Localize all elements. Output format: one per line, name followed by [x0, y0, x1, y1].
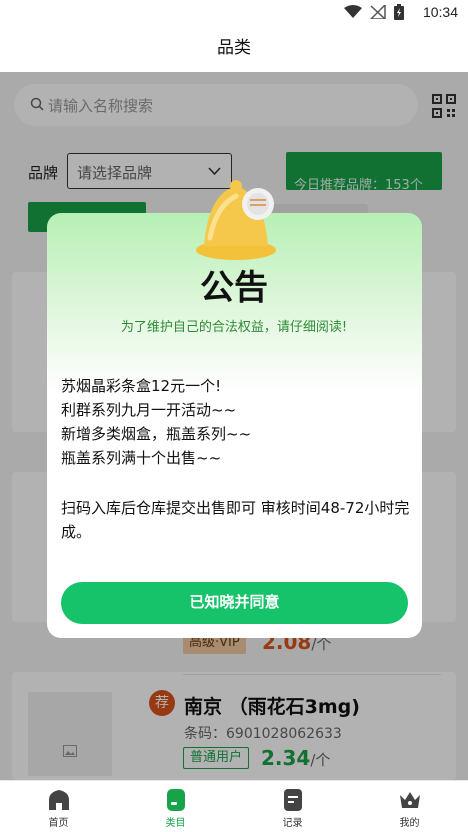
page-title: 品类 — [217, 38, 251, 58]
wifi-icon — [344, 5, 362, 18]
no-signal-icon — [370, 5, 386, 19]
crown-icon — [400, 792, 420, 808]
modal-subtitle: 为了维护自己的合法权益，请仔细阅读! — [120, 320, 348, 335]
nav-item-home[interactable]: 首页 — [0, 781, 117, 832]
nav-label: 类目 — [165, 818, 186, 829]
notice-line: 新增多类烟盒，瓶盖系列~~ — [61, 425, 252, 443]
bell-icon — [196, 180, 276, 260]
modal-title: 公告 — [200, 268, 268, 308]
nav-label: 记录 — [282, 818, 303, 829]
category-icon — [167, 789, 185, 811]
battery-charging-icon — [394, 4, 404, 20]
nav-label: 首页 — [48, 818, 69, 829]
notice-line: 利群系列九月一开活动~~ — [61, 401, 237, 419]
notice-line: 苏烟晶彩条盒12元一个! — [61, 377, 222, 395]
title-bar: 品类 — [0, 26, 468, 72]
home-icon — [49, 790, 69, 810]
notice-line: 瓶盖系列满十个出售~~ — [61, 449, 222, 467]
notice-paragraph: 扫码入库后仓库提交出售即可 审核时间48-72小时完成。 — [61, 499, 410, 541]
nav-label: 我的 — [399, 818, 420, 829]
nav-item-mine[interactable]: 我的 — [351, 781, 468, 832]
status-icons — [344, 4, 404, 20]
agree-button[interactable]: 已知晓并同意 — [61, 582, 408, 624]
status-time: 10:34 — [422, 4, 458, 20]
status-bar: 10:34 — [0, 0, 468, 26]
bottom-nav: 首页 类目 记录 我的 — [0, 780, 468, 832]
notice-list: 苏烟晶彩条盒12元一个! 利群系列九月一开活动~~ 新增多类烟盒，瓶盖系列~~ … — [61, 374, 411, 470]
nav-item-category[interactable]: 类目 — [117, 781, 234, 832]
record-icon — [284, 789, 302, 811]
nav-item-record[interactable]: 记录 — [234, 781, 351, 832]
